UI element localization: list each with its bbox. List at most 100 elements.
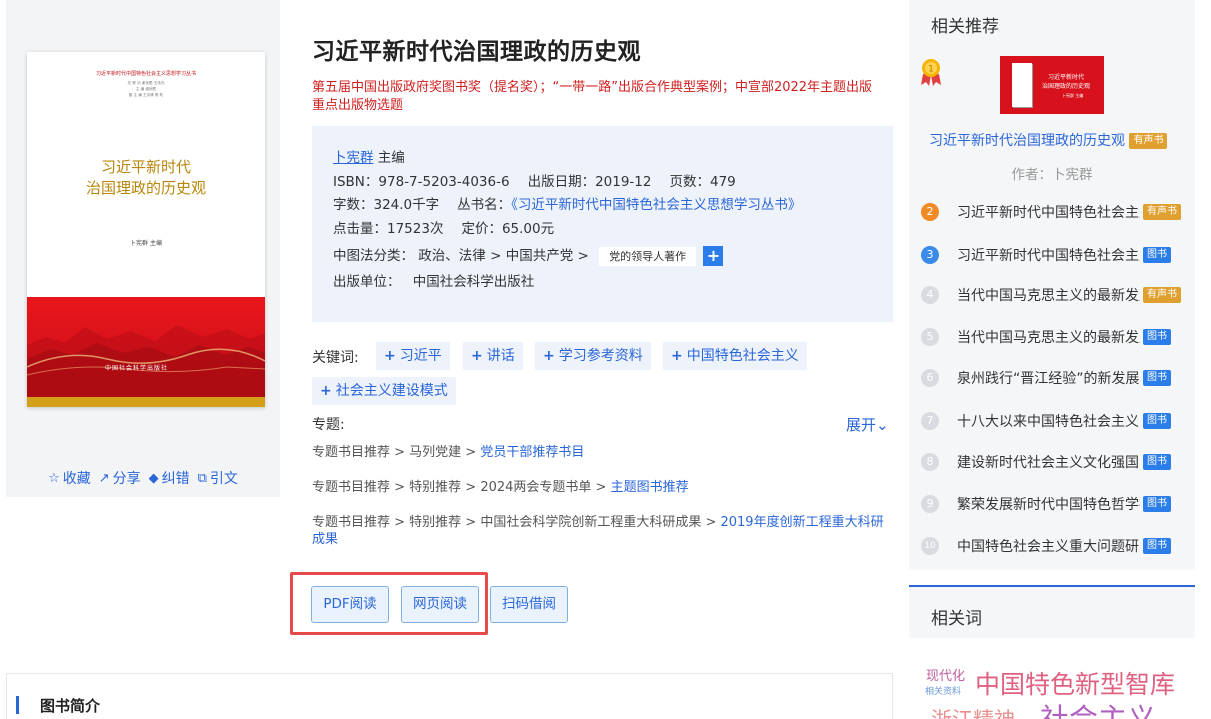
topic-path: 专题书目推荐 > 特别推荐 > 2024两会专题书单 > 主题图书推荐: [312, 479, 894, 496]
intro-section: 图书简介: [6, 673, 893, 719]
topic-path-prefix[interactable]: 专题书目推荐 > 特别推荐 > 中国社会科学院创新工程重大科研成果 >: [312, 515, 720, 530]
recommend-item-title: 习近平新时代中国特色社会主义思想研究: [957, 248, 1140, 264]
word-cloud-item[interactable]: 社会主义: [1040, 696, 1156, 719]
cover-editor-line: 主 编 谢伏瞻: [135, 86, 157, 91]
recommend-list-item[interactable]: 2 习近平新时代中国特色社会主义思想学习丛书 有声书: [921, 202, 1189, 222]
audiobook-badge: 有声书: [1129, 133, 1168, 149]
keyword-text: 习近平: [399, 348, 442, 364]
expand-button[interactable]: 展开⌄: [846, 414, 889, 435]
plus-icon: +: [384, 348, 396, 364]
recommend-top-item[interactable]: 习近平新时代治国理政的历史观 有声书: [929, 130, 1168, 150]
topic-path-prefix[interactable]: 专题书目推荐 > 特别推荐 > 2024两会专题书单 >: [312, 480, 611, 495]
isbn-value: 978-7-5203-4036-6: [378, 173, 510, 190]
topic-path-link[interactable]: 主题图书推荐: [611, 480, 689, 495]
thumbnail-line: 习近平新时代: [1048, 74, 1085, 81]
cover-great-wall-art: 中国社会科学出版社: [27, 297, 265, 397]
cite-action[interactable]: ⧉ 引文: [198, 468, 238, 488]
plus-icon: +: [320, 383, 332, 399]
recommend-item-title: 十八大以来中国特色社会主义: [957, 414, 1139, 430]
keyword-tag[interactable]: + 社会主义建设模式: [312, 377, 456, 405]
cite-label: 引文: [209, 471, 238, 487]
keyword-text: 社会主义建设模式: [335, 383, 448, 399]
keyword-tag[interactable]: + 学习参考资料: [535, 342, 651, 370]
keywords-label: 关键词:: [312, 350, 359, 366]
book-cover[interactable]: 习近平新时代中国特色社会主义思想学习丛书 总 顾 问 谢伏瞻 王伟光 主 编 谢…: [27, 52, 265, 407]
word-cloud-item[interactable]: 现代化: [926, 665, 965, 684]
recommend-item-title: 泉州践行“晋江经验”的新发展: [957, 371, 1140, 387]
recommend-item-title: 当代中国马克思主义的最新发展: [957, 288, 1140, 304]
cover-series-line: 习近平新时代中国特色社会主义思想学习丛书: [95, 71, 196, 77]
cover-title-line1: 习近平新时代: [100, 158, 191, 176]
plus-icon[interactable]: +: [703, 246, 724, 266]
keyword-text: 学习参考资料: [558, 348, 643, 364]
cover-publisher: 中国社会科学出版社: [105, 365, 169, 372]
word-cloud-item[interactable]: 浙江精神: [931, 704, 1015, 719]
intro-accent-bar: [16, 696, 19, 714]
recommend-item-title: 当代中国马克思主义的最新发展研究: [957, 330, 1140, 346]
isbn-label: ISBN：: [333, 173, 379, 190]
series-label: 丛书名：: [457, 197, 512, 213]
pages-label: 页数：: [669, 173, 710, 190]
audiobook-badge: 有声书: [1143, 204, 1181, 220]
web-read-button[interactable]: 网页阅读: [401, 586, 479, 623]
pdf-read-button[interactable]: PDF阅读: [311, 586, 389, 623]
gold-medal-icon: 1: [921, 59, 941, 86]
recommend-list-item[interactable]: 8 建设新时代社会主义文化强国 图书: [921, 452, 1189, 472]
cover-title-line2: 治国理政的历史观: [85, 179, 206, 197]
publisher-value: 中国社会科学出版社: [412, 274, 535, 290]
recommend-list-item[interactable]: 6 泉州践行“晋江经验”的新发展 图书: [921, 368, 1189, 388]
recommend-list-item[interactable]: 7 十八大以来中国特色社会主义 图书: [921, 411, 1189, 431]
recommend-list-item[interactable]: 9 繁荣发展新时代中国特色哲学社会科学 图书: [921, 494, 1189, 514]
book-badge: 图书: [1143, 370, 1171, 386]
recommend-thumbnail[interactable]: 习近平新时代 治国理政的历史观 卜宪群 主编: [1000, 56, 1104, 114]
cover-panel: 习近平新时代中国特色社会主义思想学习丛书 总 顾 问 谢伏瞻 王伟光 主 编 谢…: [6, 0, 280, 497]
rank-badge: 3: [921, 246, 939, 264]
scan-borrow-button[interactable]: 扫码借阅: [490, 586, 568, 623]
classification-label: 中图法分类：: [333, 248, 414, 264]
recommend-list-item[interactable]: 3 习近平新时代中国特色社会主义思想研究 图书: [921, 245, 1189, 265]
book-badge: 图书: [1143, 454, 1171, 470]
date-label: 出版日期：: [527, 173, 596, 190]
recommend-list-item[interactable]: 5 当代中国马克思主义的最新发展研究 图书: [921, 327, 1189, 347]
keyword-tag[interactable]: + 中国特色社会主义: [663, 342, 807, 370]
correction-action[interactable]: ◆ 纠错: [149, 468, 190, 488]
editor-link[interactable]: 卜宪群: [333, 150, 374, 166]
topic-path-link[interactable]: 党员干部推荐书目: [480, 445, 584, 460]
plus-icon: +: [671, 348, 683, 364]
recommend-list-item[interactable]: 4 当代中国马克思主义的最新发展 有声书: [921, 285, 1189, 305]
external-link-icon: ⧉: [197, 470, 207, 486]
share-action[interactable]: ↗ 分享: [99, 468, 141, 488]
rank-badge: 2: [921, 203, 939, 221]
book-info-box: 卜宪群 主编 ISBN：978-7-5203-4036-6 出版日期：2019-1…: [312, 126, 893, 322]
keyword-tag[interactable]: + 习近平: [376, 342, 450, 370]
thumbnail-line: 卜宪群 主编: [1062, 93, 1084, 98]
favorite-label: 收藏: [62, 471, 91, 487]
recommend-top-title: 习近平新时代治国理政的历史观: [929, 133, 1125, 149]
plus-icon: +: [471, 348, 483, 364]
favorite-action[interactable]: ☆ 收藏: [48, 468, 91, 488]
expand-label: 展开: [846, 416, 877, 434]
word-cloud-item[interactable]: 相关资料: [925, 684, 961, 697]
chevron-down-icon: ⌄: [876, 416, 889, 434]
publisher-label: 出版单位：: [333, 274, 401, 290]
keyword-tag[interactable]: + 讲话: [463, 342, 523, 370]
rank-badge: 6: [921, 369, 939, 387]
recommend-list-item[interactable]: 10 中国特色社会主义重大问题研究 图书: [921, 536, 1189, 556]
cover-title: 习近平新时代 治国理政的历史观: [27, 157, 265, 199]
recommend-top-author: 作者：卜宪群: [1011, 167, 1093, 183]
book-badge: 图书: [1143, 538, 1171, 554]
topic-path-prefix[interactable]: 专题书目推荐 > 马列党建 >: [312, 445, 480, 460]
classification-tag[interactable]: 党的领导人著作: [599, 246, 697, 266]
price-label: 定价：: [461, 220, 502, 237]
correction-label: 纠错: [161, 471, 190, 487]
series-link[interactable]: 《习近平新时代中国特色社会主义思想学习丛书》: [511, 197, 801, 213]
topics-label: 专题:: [312, 417, 345, 433]
cover-editor-line: 副 主 编 王京清 蔡 昉: [128, 92, 164, 97]
book-awards: 第五届中国出版政府奖图书奖（提名奖）；“一带一路”出版合作典型案例；中宣部202…: [312, 80, 873, 113]
editor-row: 卜宪群 主编: [333, 147, 893, 171]
isbn-row: ISBN：978-7-5203-4036-6 出版日期：2019-12 页数：479: [333, 171, 893, 195]
cover-editors: 总 顾 问 谢伏瞻 王伟光 主 编 谢伏瞻 副 主 编 王京清 蔡 昉: [27, 80, 265, 98]
topic-path: 专题书目推荐 > 特别推荐 > 中国社会科学院创新工程重大科研成果 > 2019…: [312, 514, 894, 548]
classification-row: 中图法分类： 政治、法律 > 中国共产党 > 党的领导人著作 +: [333, 241, 893, 271]
classification-path[interactable]: 政治、法律 > 中国共产党 >: [418, 248, 589, 264]
